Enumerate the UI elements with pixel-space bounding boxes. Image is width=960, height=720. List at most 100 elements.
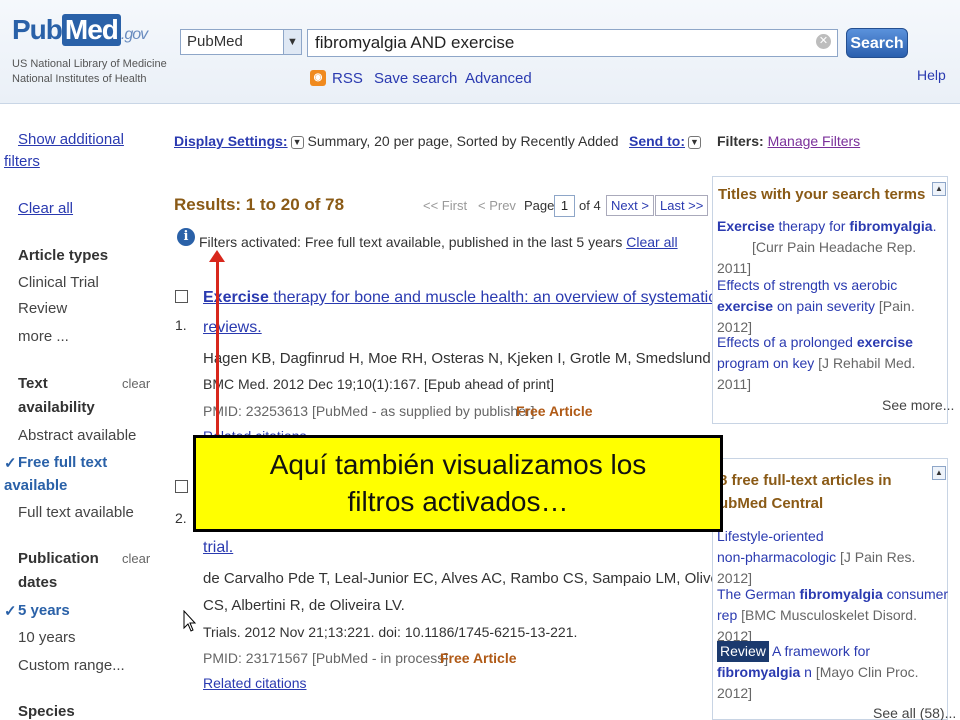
item-text: rep [717,607,738,623]
text-availability-clear[interactable]: clear [122,376,150,391]
item-text: on pain severity [773,298,876,314]
pmc-item-1[interactable]: Lifestyle-oriented non-pharmacologic [J … [717,526,947,589]
database-selected-value: PubMed [187,33,243,50]
of-pages: of 4 [579,198,601,213]
rss-icon[interactable]: ◉ [310,70,326,86]
search-input[interactable]: fibromyalgia AND exercise [307,29,838,57]
logo-med-text: Med [61,14,121,46]
pmc-panel-title-2: ubMed Central [719,495,824,512]
filters-label: Filters: [717,133,764,149]
next-page-button[interactable]: Next > [606,195,654,216]
annotation-arrow [216,258,219,438]
titles-item-2[interactable]: Effects of strength vs aerobic exercise … [717,275,947,338]
clear-all-filters-link[interactable]: Clear all [626,234,677,250]
titles-panel-title: Titles with your search terms [718,186,926,203]
filter-10-years[interactable]: 10 years [18,629,76,646]
filter-more[interactable]: more ... [18,328,69,345]
result-title-link-line2[interactable]: trial. [203,535,233,561]
manage-filters-link[interactable]: Manage Filters [768,133,861,149]
first-page-link[interactable]: << First [423,198,467,213]
result-authors-line2: CS, Albertini R, de Oliveira LV. [203,597,405,614]
org-line-1: US National Library of Medicine [12,58,167,70]
collapse-icon[interactable]: ▲ [932,466,946,480]
result-checkbox[interactable] [175,290,188,303]
chevron-down-icon: ▼ [283,30,301,54]
filter-clinical-trial[interactable]: Clinical Trial [18,274,99,291]
collapse-icon[interactable]: ▲ [932,182,946,196]
database-select[interactable]: PubMed ▼ [180,29,302,55]
chevron-down-icon[interactable]: ▼ [290,135,304,149]
publication-dates-clear[interactable]: clear [122,551,150,566]
item-text: The German [717,586,800,602]
pmc-item-2[interactable]: The German fibromyalgia consumer rep [BM… [717,584,949,647]
clear-all-link[interactable]: Clear all [18,200,73,217]
item-bold: fibromyalgia [799,586,883,602]
filter-custom-range[interactable]: Custom range... [18,657,125,674]
display-settings-value: Summary, 20 per page, Sorted by Recently… [307,133,619,149]
result-title-link[interactable]: Exercise therapy for bone and muscle hea… [203,285,716,311]
filters-link[interactable]: filters [4,153,40,170]
titles-item-1[interactable]: Exercise therapy for fibromyalgia. [Curr… [717,216,947,279]
see-more-link[interactable]: See more... [882,397,954,413]
search-button[interactable]: Search [846,28,908,58]
display-settings-label[interactable]: Display Settings: [174,133,288,149]
see-all-link[interactable]: See all (58)... [873,705,956,720]
free-article-badge: Free Article [440,650,517,666]
result-journal: BMC Med. 2012 Dec 19;10(1):167. [Epub ah… [203,376,554,392]
check-icon: ✓ [4,603,17,620]
callout-line-2: filtros activados… [347,486,569,517]
related-citations-link[interactable]: Related citations [203,675,307,691]
item-text: therapy for [774,218,850,234]
item-bold: Exercise [717,218,775,234]
result-checkbox[interactable] [175,480,188,493]
last-page-button[interactable]: Last >> [655,195,709,216]
result-pmid: PMID: 23253613 [PubMed - as supplied by … [203,403,535,419]
filters-activated-notice: Filters activated: Free full text availa… [199,234,678,250]
prev-page-link[interactable]: < Prev [478,198,516,213]
chevron-down-icon[interactable]: ▼ [688,135,701,149]
result-authors: Hagen KB, Dagfinrud H, Moe RH, Osteras N… [203,350,731,367]
result-title-bold: Exercise [203,289,269,306]
item-bold: fibromyalgia [717,664,801,680]
pmc-item-3[interactable]: Review A framework for fibromyalgia n [M… [717,641,949,704]
advanced-link[interactable]: Advanced [465,70,532,87]
filter-review[interactable]: Review [18,300,67,317]
clear-search-icon[interactable]: ✕ [816,34,831,49]
filters-header: Filters: Manage Filters [717,133,860,149]
filter-5-years[interactable]: 5 years [18,602,70,619]
show-additional-link[interactable]: Show additional [18,131,124,148]
filters-activated-text: Filters activated: Free full text availa… [199,234,623,250]
item-text: Lifestyle-oriented [717,528,824,544]
item-source: [BMC Musculoskelet Disord. 2012] [717,607,917,644]
result-title-link-line2[interactable]: reviews. [203,315,262,341]
result-pmid: PMID: 23171567 [PubMed - in process] [203,650,449,666]
page-number-input[interactable]: 1 [554,195,575,217]
text-availability-heading-2: availability [18,399,95,416]
text-availability-heading-1: Text [18,375,48,392]
filter-free-full-text-line2[interactable]: available [4,477,67,494]
item-bold: exercise [717,298,774,314]
filter-full-text-available[interactable]: Full text available [18,504,134,521]
send-to-label[interactable]: Send to: [629,133,685,149]
save-search-link[interactable]: Save search [374,70,457,87]
pubmed-logo[interactable]: Pub Med .gov [12,14,148,46]
help-link[interactable]: Help [917,67,946,83]
callout-line-1: Aquí también visualizamos los [269,449,647,480]
item-bold: fibromyalgia [849,218,933,234]
filter-free-full-text[interactable]: Free full text [18,454,107,471]
rss-link[interactable]: RSS [332,70,363,87]
item-bold: exercise [856,334,913,350]
item-text: . [932,218,937,234]
info-icon: i [177,228,195,246]
mouse-cursor-icon [183,610,197,632]
display-settings[interactable]: Display Settings: ▼ Summary, 20 per page,… [174,133,619,149]
review-badge: Review [717,641,769,662]
publication-dates-heading-2: dates [18,574,58,591]
send-to[interactable]: Send to: ▼ [629,133,701,149]
filter-abstract-available[interactable]: Abstract available [18,427,136,444]
species-heading: Species [18,703,75,720]
result-number: 1. [175,317,187,333]
item-text: Effects of a prolonged [717,334,857,350]
titles-item-3[interactable]: Effects of a prolonged exercise program … [717,332,947,395]
item-text: A framework for [768,643,871,659]
